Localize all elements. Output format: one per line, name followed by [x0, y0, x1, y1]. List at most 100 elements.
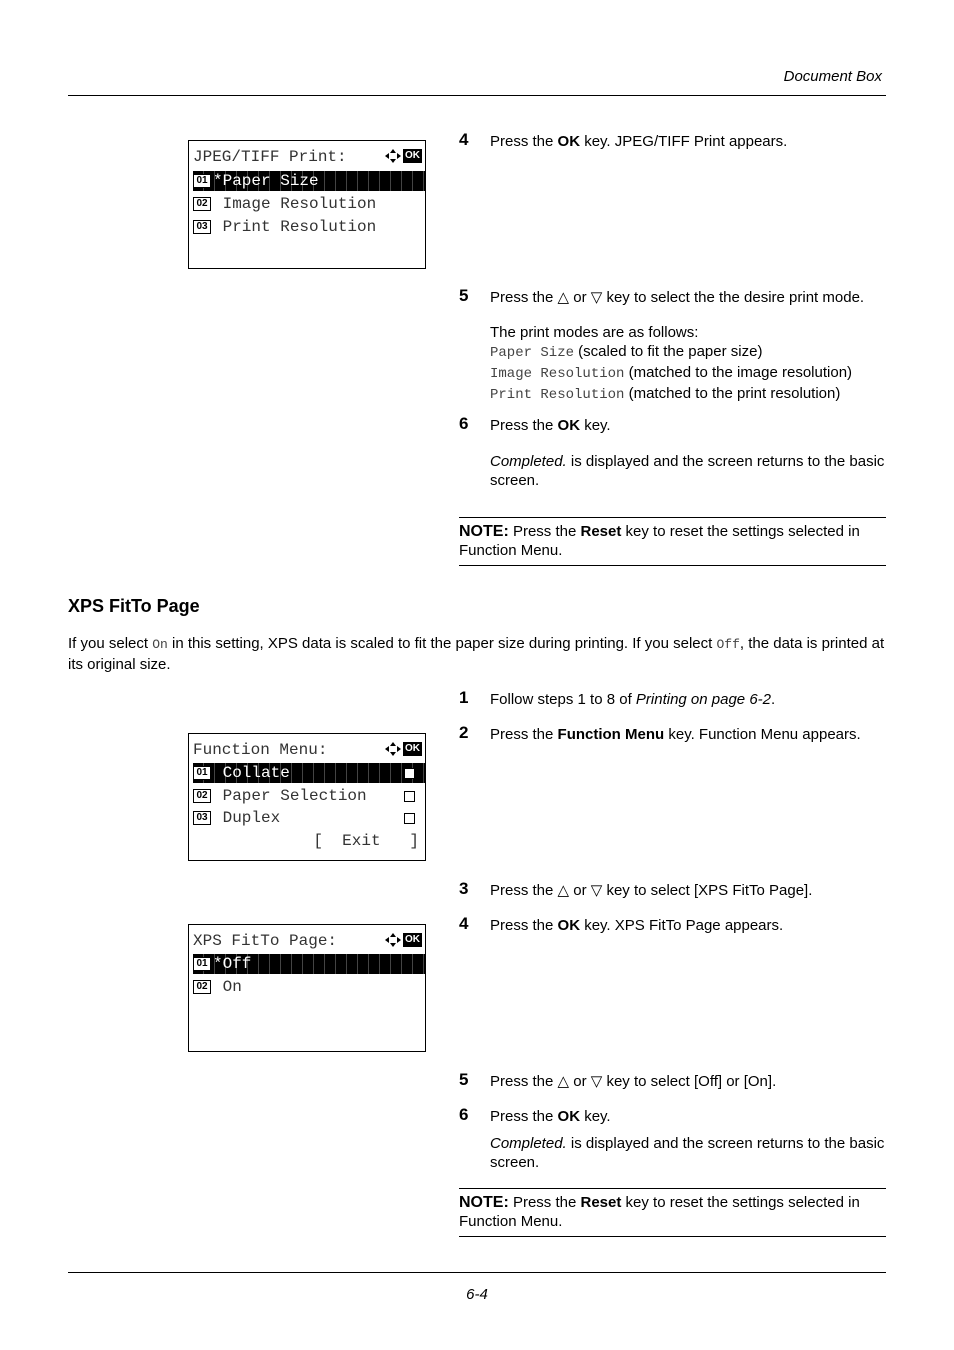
lcd-jpeg-tiff-print: JPEG/TIFF Print: OK 01 *Paper Size 02 Ima… [188, 140, 426, 269]
note-text: Press the [508, 1194, 581, 1211]
step-text: Press the [490, 917, 558, 934]
function-menu-key-label: Function Menu [557, 726, 665, 743]
lcd-item-paper-size: 01 *Paper Size [193, 171, 425, 191]
print-mode-paper-size: Paper Size (scaled to fit the paper size… [490, 342, 890, 363]
item-number-badge: 01 [193, 173, 211, 188]
step-number: 5 [459, 286, 469, 305]
step-text: Press the [490, 133, 558, 150]
reset-key-label: Reset [580, 1194, 622, 1211]
item-number-badge: 02 [193, 979, 211, 994]
lcd-icons: OK [385, 742, 422, 756]
step-text: Press the [490, 726, 558, 743]
header-rule [68, 95, 886, 96]
navigation-arrows-icon [385, 933, 401, 947]
lcd-title: XPS FitTo Page: [193, 932, 338, 950]
step-5-xps: 5 Press the △ or ▽ key to select [Off] o… [459, 1070, 889, 1091]
lcd-item-label: Duplex [213, 809, 281, 827]
reset-key-label: Reset [580, 523, 622, 540]
item-number-badge: 03 [193, 219, 211, 234]
checkbox-icon [404, 768, 415, 779]
completed-message-xps: Completed. is displayed and the screen r… [490, 1134, 885, 1172]
note-label: NOTE: [459, 523, 509, 540]
checkbox-icon [404, 791, 415, 802]
item-number-badge: 01 [193, 765, 211, 780]
step-reference: Printing on page 6-2 [635, 691, 772, 708]
lcd-icons: OK [385, 149, 422, 163]
item-number-badge: 01 [193, 956, 211, 971]
lcd-exit-softkey: [ Exit ] [313, 832, 419, 850]
step-text: . [771, 691, 776, 708]
step-number: 5 [459, 1070, 469, 1089]
intro-code-off: Off [716, 637, 740, 652]
print-modes-list: The print modes are as follows: Paper Si… [490, 323, 890, 405]
print-modes-intro: The print modes are as follows: [490, 324, 699, 341]
mode-desc: (matched to the print resolution) [624, 385, 841, 402]
step-text: Press the △ or ▽ key to select the the d… [490, 289, 865, 306]
step-number: 3 [459, 879, 469, 898]
step-text: key. Function Menu appears. [664, 726, 861, 743]
item-number-badge: 03 [193, 810, 211, 825]
step-text: key. XPS FitTo Page appears. [580, 917, 784, 934]
ok-key-label: OK [557, 417, 581, 434]
note-label: NOTE: [459, 1194, 509, 1211]
step-number: 6 [459, 1105, 469, 1124]
lcd-item-print-resolution: 03 Print Resolution [193, 217, 425, 237]
item-number-badge: 02 [193, 196, 211, 211]
section-title: XPS FitTo Page [68, 596, 200, 616]
completed-message-jpeg: Completed. is displayed and the screen r… [490, 452, 885, 490]
lcd-item-on: 02 On [193, 977, 425, 997]
note-text: Press the [508, 523, 581, 540]
mode-code: Paper Size [490, 345, 575, 361]
step-text: Press the △ or ▽ key to select [Off] or … [490, 1073, 777, 1090]
step-number: 2 [459, 723, 469, 742]
lcd-item-off: 01 *Off [193, 954, 425, 974]
mode-code: Image Resolution [490, 366, 625, 382]
lcd-item-paper-selection: 02 Paper Selection [193, 786, 425, 806]
ok-icon: OK [403, 933, 422, 947]
lcd-item-label: Image Resolution [213, 195, 377, 213]
lcd-item-collate: 01 Collate [193, 763, 425, 783]
lcd-item-duplex: 03 Duplex [193, 808, 425, 828]
step-number: 1 [459, 688, 469, 707]
print-mode-print-resolution: Print Resolution (matched to the print r… [490, 384, 890, 405]
navigation-arrows-icon [385, 742, 401, 756]
ok-key-label: OK [557, 133, 581, 150]
lcd-title: Function Menu: [193, 741, 328, 759]
section-intro: If you select On in this setting, XPS da… [68, 634, 888, 675]
lcd-xps-fitto-page: XPS FitTo Page: OK 01 *Off 02 On [188, 924, 426, 1052]
item-number-badge: 02 [193, 788, 211, 803]
lcd-item-label: Collate [213, 764, 290, 782]
lcd-item-label: *Paper Size [213, 172, 319, 190]
lcd-function-menu: Function Menu: OK 01 Collate 02 Paper Se… [188, 733, 426, 861]
checkbox-icon [404, 813, 415, 824]
step-number: 6 [459, 414, 469, 433]
print-mode-image-resolution: Image Resolution (matched to the image r… [490, 363, 890, 384]
mode-desc: (scaled to fit the paper size) [574, 343, 763, 360]
step-2-xps: 2 Press the Function Menu key. Function … [459, 723, 889, 744]
footer-rule [68, 1272, 886, 1273]
step-text: Press the △ or ▽ key to select [XPS FitT… [490, 882, 813, 899]
step-text: Press the [490, 417, 558, 434]
step-number: 4 [459, 130, 469, 149]
lcd-item-image-resolution: 02 Image Resolution [193, 194, 425, 214]
intro-text: If you select [68, 635, 153, 652]
lcd-item-label: Print Resolution [213, 218, 377, 236]
step-text: Press the [490, 1108, 558, 1125]
step-text: key. JPEG/TIFF Print appears. [580, 133, 788, 150]
mode-code: Print Resolution [490, 387, 625, 403]
page-number: 6-4 [466, 1286, 488, 1303]
lcd-item-label: Paper Selection [213, 787, 367, 805]
step-text: key. [580, 417, 611, 434]
step-text: key. [580, 1108, 611, 1125]
ok-key-label: OK [557, 1108, 581, 1125]
lcd-item-label: On [213, 978, 242, 996]
step-3-xps: 3 Press the △ or ▽ key to select [XPS Fi… [459, 879, 889, 900]
completed-italic: Completed. [490, 1135, 567, 1152]
step-5-jpeg: 5 Press the △ or ▽ key to select the the… [459, 286, 889, 307]
step-4-jpeg: 4 Press the OK key. JPEG/TIFF Print appe… [459, 130, 889, 151]
lcd-item-label: *Off [213, 955, 252, 973]
step-text: Follow steps 1 to 8 of [490, 691, 636, 708]
mode-desc: (matched to the image resolution) [624, 364, 853, 381]
lcd-title: JPEG/TIFF Print: [193, 148, 347, 166]
navigation-arrows-icon [385, 149, 401, 163]
